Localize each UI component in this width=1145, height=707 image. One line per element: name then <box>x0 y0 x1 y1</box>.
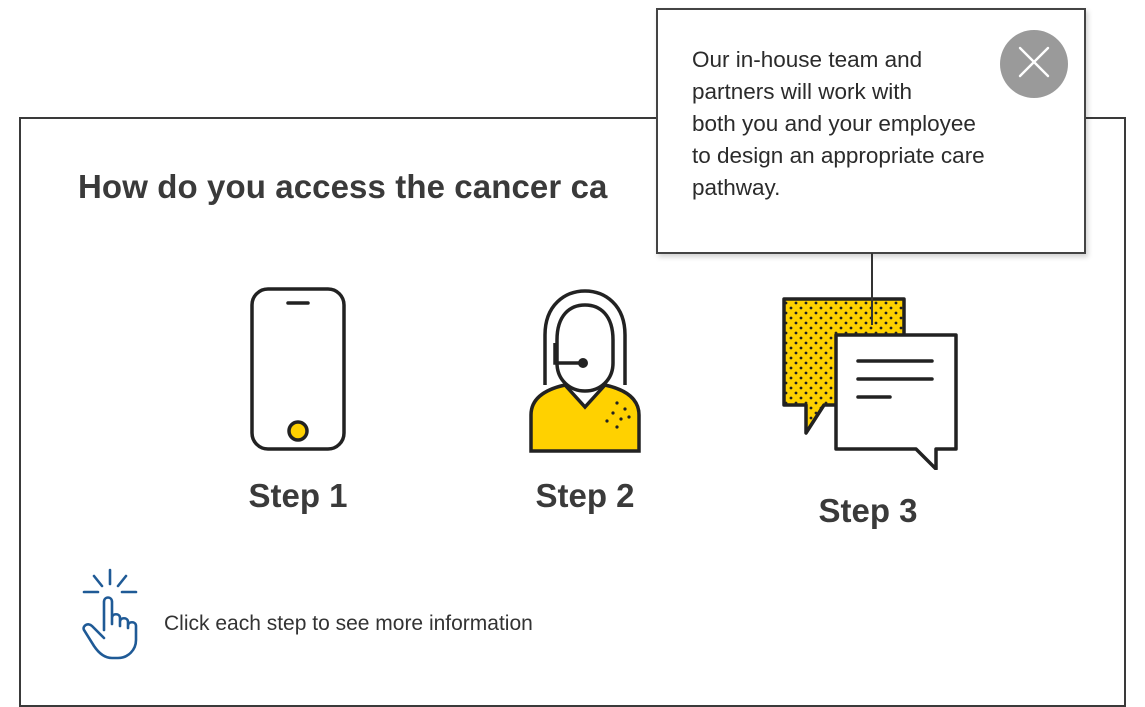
step-3-button[interactable]: Step 3 <box>768 285 968 530</box>
instruction-hint: Click each step to see more information <box>74 568 533 665</box>
close-icon <box>1017 45 1051 84</box>
page-title: How do you access the cancer ca <box>78 168 608 205</box>
step-3-tooltip: Our in-house team and partners will work… <box>656 8 1086 254</box>
step-1-button[interactable]: Step 1 <box>198 285 398 515</box>
support-agent-icon <box>485 285 685 455</box>
close-button[interactable] <box>1000 30 1068 98</box>
tooltip-text: Our in-house team and partners will work… <box>692 47 985 200</box>
step-3-label: Step 3 <box>818 492 918 529</box>
tooltip-connector <box>871 253 873 325</box>
step-2-button[interactable]: Step 2 <box>485 285 685 515</box>
step-2-label: Step 2 <box>535 477 635 514</box>
smartphone-icon <box>198 285 398 455</box>
step-1-label: Step 1 <box>248 477 348 514</box>
chat-bubbles-icon <box>768 285 968 470</box>
instruction-text: Click each step to see more information <box>164 611 533 635</box>
tap-hand-icon <box>74 568 146 665</box>
